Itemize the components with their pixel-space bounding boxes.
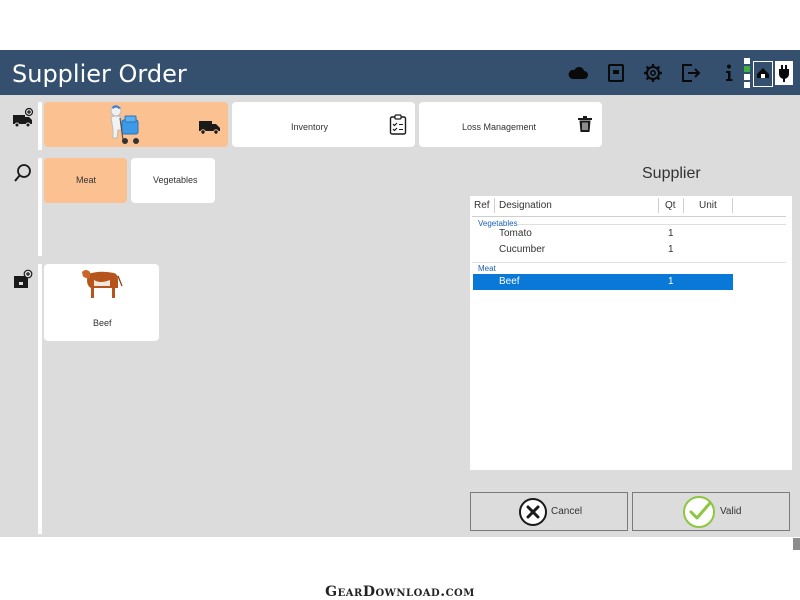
cow-image — [80, 266, 124, 302]
clipboard-check-icon — [389, 114, 407, 136]
register-icon[interactable] — [605, 62, 627, 84]
module-tile-delivery[interactable] — [44, 102, 228, 147]
cell-designation: Tomato — [499, 228, 532, 239]
cloud-icon[interactable] — [567, 62, 589, 84]
info-icon[interactable] — [718, 62, 740, 84]
valid-button[interactable]: Valid — [632, 492, 790, 531]
column-header-designation[interactable]: Designation — [499, 196, 552, 216]
trash-icon — [578, 116, 592, 132]
page-title: Supplier Order — [12, 60, 187, 88]
close-circle-icon — [518, 497, 548, 530]
column-header-ref[interactable]: Ref — [474, 196, 490, 216]
watermark-text: GearDownload.com — [325, 584, 475, 600]
scrollbar-thumb[interactable] — [793, 538, 800, 550]
category-tile-vegetables[interactable]: Vegetables — [131, 158, 215, 203]
category-label-meat: Meat — [76, 175, 97, 185]
module-label-loss-management: Loss Management — [462, 122, 537, 132]
supplier-title: Supplier — [642, 165, 701, 182]
table-row-selected[interactable]: Beef 1 — [473, 274, 733, 290]
add-delivery-icon[interactable] — [12, 107, 34, 129]
table-row[interactable]: Cucumber 1 — [473, 242, 733, 258]
check-circle-icon — [682, 495, 716, 532]
cell-designation: Cucumber — [499, 244, 546, 255]
module-tile-inventory[interactable]: Inventory — [232, 102, 415, 147]
cell-qt: 1 — [668, 228, 674, 239]
category-tile-meat[interactable]: Meat — [44, 158, 127, 203]
home-icon[interactable] — [753, 61, 773, 87]
gear-icon[interactable] — [642, 62, 664, 84]
app-window: Supplier Order Inventory Loss Management… — [0, 50, 800, 537]
module-tile-loss-management[interactable]: Loss Management — [419, 102, 602, 147]
table-row[interactable]: Tomato 1 — [473, 226, 733, 242]
group-label-meat: Meat — [478, 264, 496, 273]
product-rail — [38, 264, 42, 534]
module-rail — [38, 102, 42, 150]
power-plug-icon[interactable] — [775, 61, 793, 85]
cancel-button[interactable]: Cancel — [470, 492, 628, 531]
supplier-order-table: Ref Designation Qt Unit Vegetables Tomat… — [470, 196, 792, 470]
column-header-qt[interactable]: Qt — [665, 196, 676, 216]
category-rail — [38, 158, 42, 256]
cell-qt: 1 — [668, 244, 674, 255]
product-label-beef: Beef — [93, 318, 112, 328]
category-label-vegetables: Vegetables — [153, 175, 198, 185]
product-tile-beef[interactable]: Beef — [44, 264, 159, 341]
delivery-truck-icon — [199, 119, 221, 135]
logout-icon[interactable] — [680, 62, 702, 84]
add-product-icon[interactable] — [12, 268, 34, 290]
module-label-inventory: Inventory — [291, 122, 329, 132]
cancel-label: Cancel — [551, 506, 583, 517]
header-bar: Supplier Order — [0, 50, 800, 95]
search-icon[interactable] — [12, 162, 34, 184]
connection-status-indicator — [744, 58, 750, 88]
cell-designation: Beef — [499, 276, 520, 287]
delivery-man-image — [102, 104, 144, 146]
column-header-unit[interactable]: Unit — [699, 196, 717, 216]
valid-label: Valid — [720, 506, 742, 517]
cell-qt: 1 — [668, 276, 674, 287]
